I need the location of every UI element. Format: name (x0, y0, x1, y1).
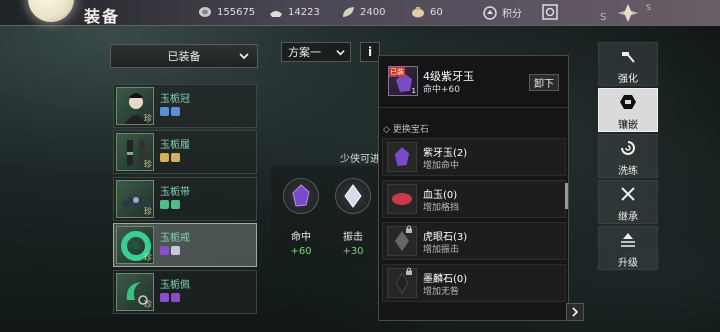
ingot-icon (268, 5, 284, 19)
item-name: 玉栀冠 (160, 94, 190, 105)
item-thumbnail: 珍 (116, 180, 154, 218)
item-gems (160, 153, 180, 162)
leaf-icon (340, 5, 356, 19)
lock-icon (406, 267, 412, 275)
gem-option-name: 虎眼石(3) (423, 232, 468, 243)
item-name: 玉栀佩 (160, 280, 190, 291)
hammer-icon (622, 52, 635, 63)
popup-scrollbar[interactable] (565, 183, 568, 209)
resource-points[interactable]: 积分 (482, 5, 522, 20)
gem-icon (171, 107, 180, 116)
tab-inlay[interactable]: 镶嵌 (598, 88, 658, 132)
item-name: 玉栀带 (160, 187, 190, 198)
gem-option-name: 血玉(0) (423, 190, 458, 201)
gem-icon (171, 200, 180, 209)
gem-option-name: 墨麟石(0) (423, 274, 468, 285)
svg-text:S: S (600, 12, 606, 23)
tab-inherit[interactable]: 继承 (598, 180, 658, 224)
gem-option-desc: 增加无咎 (423, 287, 460, 297)
chevron-right-icon[interactable] (566, 303, 584, 321)
gem-slot-ring (335, 178, 371, 214)
gem-slot-panel: 命中 +60 振击 +30 (271, 166, 381, 266)
item-thumbnail: 珍 (116, 133, 154, 171)
gem-slot-ring (283, 178, 319, 214)
gem-option[interactable]: 紫牙玉(2) 增加命中 (382, 138, 566, 176)
page-title: 装备 (84, 7, 121, 26)
settings-gear-icon[interactable] (541, 3, 559, 21)
top-bar: 装备 155675 14223 2400 60 积分 S S (0, 0, 720, 26)
gem-icon (171, 153, 180, 162)
gem-icon (171, 293, 180, 302)
gem-icon (160, 107, 169, 116)
resource-leaf: 2400 (340, 5, 385, 19)
svg-text:S: S (646, 3, 651, 12)
resource-pouch: 60 (410, 5, 443, 19)
equipment-item[interactable]: 珍 玉栀佩 (113, 270, 257, 314)
tab-refine[interactable]: 洗练 (598, 134, 658, 178)
item-name: 玉栀戒 (160, 233, 190, 244)
tab-upgrade[interactable]: 升级 (598, 226, 658, 270)
function-tabs: 强化 镶嵌 洗练 继承 升级 (598, 30, 658, 270)
hexagon-gem-icon (620, 95, 636, 109)
item-name: 玉栀履 (160, 140, 190, 151)
gem-icon (160, 200, 169, 209)
equipped-tag: 已装 (389, 67, 405, 77)
swirl-icon (621, 141, 635, 155)
moon-decoration (28, 0, 74, 22)
gem-icon (160, 153, 169, 162)
gem-option-desc: 增加振击 (423, 245, 460, 255)
equipment-item[interactable]: 珍 玉栀带 (113, 177, 257, 221)
slot-value: +30 (342, 246, 364, 257)
slot-label: 命中 (291, 232, 311, 243)
gem-option-image (387, 142, 417, 172)
tab-strengthen[interactable]: 强化 (598, 42, 658, 86)
gem-slot[interactable]: 振击 +30 (333, 178, 373, 257)
chevron-down-icon (239, 53, 249, 60)
gem-option[interactable]: 血玉(0) 增加格挡 (382, 180, 566, 218)
gem-option-desc: 增加命中 (423, 161, 460, 171)
gem-replace-popup: 已装 1 4级紫牙玉 命中+60 卸下 ◇ 更换宝石 紫牙玉(2) 增加命中 血… (378, 55, 569, 321)
gem-slot[interactable]: 命中 +60 (281, 178, 321, 257)
gem-option-desc: 增加格挡 (423, 203, 460, 213)
item-thumbnail: 珍 (116, 87, 154, 125)
item-gems (160, 200, 180, 209)
plan-dropdown[interactable]: 方案一 (281, 42, 351, 62)
gem-option-image (387, 184, 417, 214)
replace-section-label: ◇ 更换宝石 (383, 125, 429, 135)
pouch-icon (410, 5, 426, 19)
slot-label: 振击 (343, 232, 363, 243)
equipment-item-selected[interactable]: 珍 玉栀戒 (113, 223, 257, 267)
equipped-gem-stat: 命中+60 (423, 85, 460, 95)
gem-option-locked[interactable]: 墨麟石(0) 增加无咎 (382, 264, 566, 302)
gem-option-name: 紫牙玉(2) (423, 148, 468, 159)
equipment-item[interactable]: 珍 玉栀履 (113, 130, 257, 174)
gem-option-locked[interactable]: 虎眼石(3) 增加振击 (382, 222, 566, 260)
silver-coin-icon (197, 5, 213, 19)
chevron-down-icon (336, 50, 345, 56)
gem-icon (171, 246, 180, 255)
equipped-gem-image: 已装 1 (388, 66, 418, 96)
item-thumbnail: 珍 (116, 273, 154, 311)
lock-icon (406, 225, 412, 233)
resource-silver: 155675 (197, 5, 255, 19)
game-logo-icon: S S (596, 0, 660, 26)
equipment-item[interactable]: 珍 玉栀冠 (113, 84, 257, 128)
equipped-gem-header: 已装 1 4级紫牙玉 命中+60 卸下 (379, 56, 568, 108)
info-button[interactable]: i (360, 42, 380, 62)
upgrade-arrows-icon (621, 233, 635, 247)
hint-text: 少侠可进 (340, 154, 380, 165)
resource-ingot: 14223 (268, 5, 320, 19)
crossed-swords-icon (621, 187, 635, 201)
slot-value: +60 (290, 246, 312, 257)
item-gems (160, 246, 180, 255)
unequip-button[interactable]: 卸下 (529, 74, 559, 91)
points-icon (482, 5, 498, 20)
gem-icon (160, 246, 169, 255)
item-thumbnail: 珍 (116, 226, 154, 264)
item-gems (160, 107, 180, 116)
item-gems (160, 293, 180, 302)
equipped-count: 1 (411, 87, 416, 95)
gem-icon (160, 293, 169, 302)
equipped-filter-dropdown[interactable]: 已装备 (110, 44, 258, 68)
